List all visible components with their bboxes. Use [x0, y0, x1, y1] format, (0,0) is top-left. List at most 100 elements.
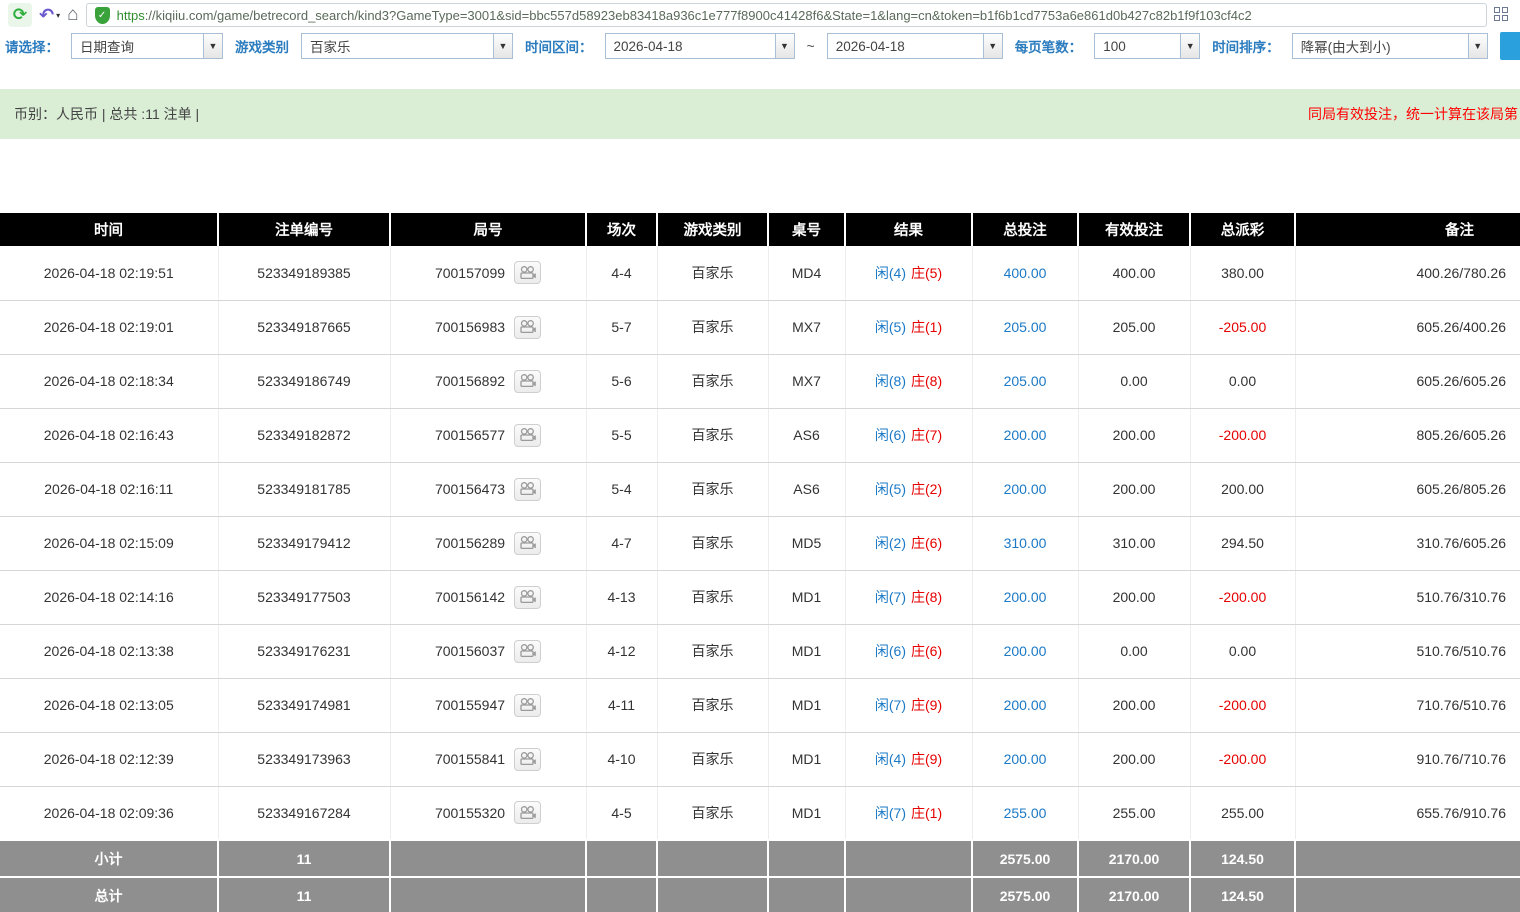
video-replay-icon[interactable]	[514, 261, 541, 284]
round-number: 700155947	[435, 697, 505, 713]
search-button[interactable]: 查询	[1500, 32, 1520, 60]
cell-session: 4-5	[586, 786, 657, 840]
cell-table-code: MD1	[768, 786, 845, 840]
result-player: 闲(2)	[875, 535, 906, 551]
undo-arrow-icon[interactable]: ↶	[39, 5, 54, 26]
cell-table-code: MD1	[768, 570, 845, 624]
cell-table-code: MD1	[768, 678, 845, 732]
subtotal-count: 11	[218, 840, 390, 877]
column-header-1: 注单编号	[218, 213, 390, 246]
table-row: 2026-04-18 02:16:43 523349182872 7001565…	[0, 408, 1520, 462]
cell-result: 闲(7)庄(9)	[845, 678, 972, 732]
video-replay-icon[interactable]	[514, 478, 541, 501]
video-replay-icon[interactable]	[514, 316, 541, 339]
game-type-label: 游戏类别	[235, 36, 289, 56]
sort-order-value: 降幂(由大到小)	[1293, 34, 1468, 58]
cell-valid-bet: 205.00	[1078, 300, 1190, 354]
video-replay-icon[interactable]	[514, 748, 541, 771]
chevron-down-icon[interactable]: ▼	[983, 34, 1002, 58]
cell-game-type: 百家乐	[657, 786, 768, 840]
cell-result: 闲(6)庄(6)	[845, 624, 972, 678]
total-count: 11	[218, 877, 390, 912]
cell-bet-id: 523349182872	[218, 408, 390, 462]
cell-result: 闲(8)庄(8)	[845, 354, 972, 408]
cell-total-bet: 255.00	[972, 786, 1078, 840]
cell-payout: 294.50	[1190, 516, 1295, 570]
cell-round-id: 700155947	[390, 678, 586, 732]
chevron-down-icon[interactable]: ▼	[493, 34, 512, 58]
reload-icon[interactable]: ⟳	[8, 3, 32, 27]
security-shield-icon: ✓	[95, 7, 110, 24]
result-player: 闲(4)	[875, 751, 906, 767]
cell-result: 闲(7)庄(1)	[845, 786, 972, 840]
video-replay-icon[interactable]	[514, 424, 541, 447]
cell-total-bet: 310.00	[972, 516, 1078, 570]
cell-time: 2026-04-18 02:19:51	[0, 246, 218, 300]
chevron-down-icon[interactable]: ▼	[775, 34, 794, 58]
cell-payout: 200.00	[1190, 462, 1295, 516]
cell-time: 2026-04-18 02:19:01	[0, 300, 218, 354]
back-undo-control[interactable]: ↶ ▾	[39, 5, 60, 26]
cell-result: 闲(7)庄(8)	[845, 570, 972, 624]
result-banker: 庄(7)	[911, 427, 942, 443]
total-label: 总计	[0, 877, 218, 912]
chevron-down-icon[interactable]: ▼	[1468, 34, 1487, 58]
column-header-0: 时间	[0, 213, 218, 246]
cell-valid-bet: 310.00	[1078, 516, 1190, 570]
cell-session: 4-10	[586, 732, 657, 786]
chevron-down-icon[interactable]: ▼	[203, 34, 222, 58]
subtotal-label: 小计	[0, 840, 218, 877]
total-payout: 124.50	[1190, 877, 1295, 912]
url-text[interactable]: https://kiqiiu.com/game/betrecord_search…	[117, 8, 1252, 23]
cell-remark: 605.26/605.26	[1295, 354, 1520, 408]
cell-session: 5-5	[586, 408, 657, 462]
game-type-value: 百家乐	[302, 34, 493, 58]
address-bar[interactable]: ✓ https://kiqiiu.com/game/betrecord_sear…	[86, 3, 1487, 27]
date-to-select[interactable]: 2026-04-18 ▼	[827, 33, 1003, 59]
game-type-select[interactable]: 百家乐 ▼	[301, 33, 513, 59]
video-replay-icon[interactable]	[514, 801, 541, 824]
video-replay-icon[interactable]	[514, 532, 541, 555]
cell-time: 2026-04-18 02:16:43	[0, 408, 218, 462]
cell-remark: 710.76/510.76	[1295, 678, 1520, 732]
total-row: 总计 11 2575.00 2170.00 124.50	[0, 877, 1520, 912]
cell-total-bet: 205.00	[972, 300, 1078, 354]
browser-toolbar: ⟳ ↶ ▾ ⌂ ✓ https://kiqiiu.com/game/betrec…	[0, 0, 1520, 30]
page-size-select[interactable]: 100 ▼	[1094, 33, 1200, 59]
cell-payout: -200.00	[1190, 570, 1295, 624]
cell-round-id: 700156473	[390, 462, 586, 516]
cell-time: 2026-04-18 02:13:38	[0, 624, 218, 678]
video-replay-icon[interactable]	[514, 640, 541, 663]
cell-result: 闲(5)庄(1)	[845, 300, 972, 354]
apps-grid-icon[interactable]	[1494, 7, 1510, 23]
bet-records-table: 时间注单编号局号场次游戏类别桌号结果总投注有效投注总派彩备注 2026-04-1…	[0, 213, 1520, 912]
home-icon[interactable]: ⌂	[67, 4, 78, 26]
date-from-select[interactable]: 2026-04-18 ▼	[605, 33, 795, 59]
cell-round-id: 700157099	[390, 246, 586, 300]
cell-bet-id: 523349177503	[218, 570, 390, 624]
cell-session: 5-6	[586, 354, 657, 408]
video-replay-icon[interactable]	[514, 694, 541, 717]
result-banker: 庄(9)	[911, 751, 942, 767]
cell-round-id: 700156142	[390, 570, 586, 624]
cell-valid-bet: 200.00	[1078, 732, 1190, 786]
round-number: 700157099	[435, 265, 505, 281]
cell-total-bet: 200.00	[972, 462, 1078, 516]
query-type-select[interactable]: 日期查询 ▼	[71, 33, 223, 59]
chevron-down-icon[interactable]: ▼	[1180, 34, 1199, 58]
cell-time: 2026-04-18 02:16:11	[0, 462, 218, 516]
valid-bet-notice-text: 同局有效投注，统一计算在该局第	[1308, 104, 1518, 124]
cell-game-type: 百家乐	[657, 678, 768, 732]
cell-total-bet: 200.00	[972, 678, 1078, 732]
subtotal-payout: 124.50	[1190, 840, 1295, 877]
undo-dropdown-caret-icon[interactable]: ▾	[56, 11, 60, 20]
cell-table-code: MD1	[768, 732, 845, 786]
cell-table-code: MD1	[768, 624, 845, 678]
video-replay-icon[interactable]	[514, 586, 541, 609]
sort-order-select[interactable]: 降幂(由大到小) ▼	[1292, 33, 1488, 59]
result-player: 闲(5)	[875, 481, 906, 497]
round-number: 700156577	[435, 427, 505, 443]
result-banker: 庄(8)	[911, 373, 942, 389]
result-player: 闲(7)	[875, 589, 906, 605]
video-replay-icon[interactable]	[514, 370, 541, 393]
